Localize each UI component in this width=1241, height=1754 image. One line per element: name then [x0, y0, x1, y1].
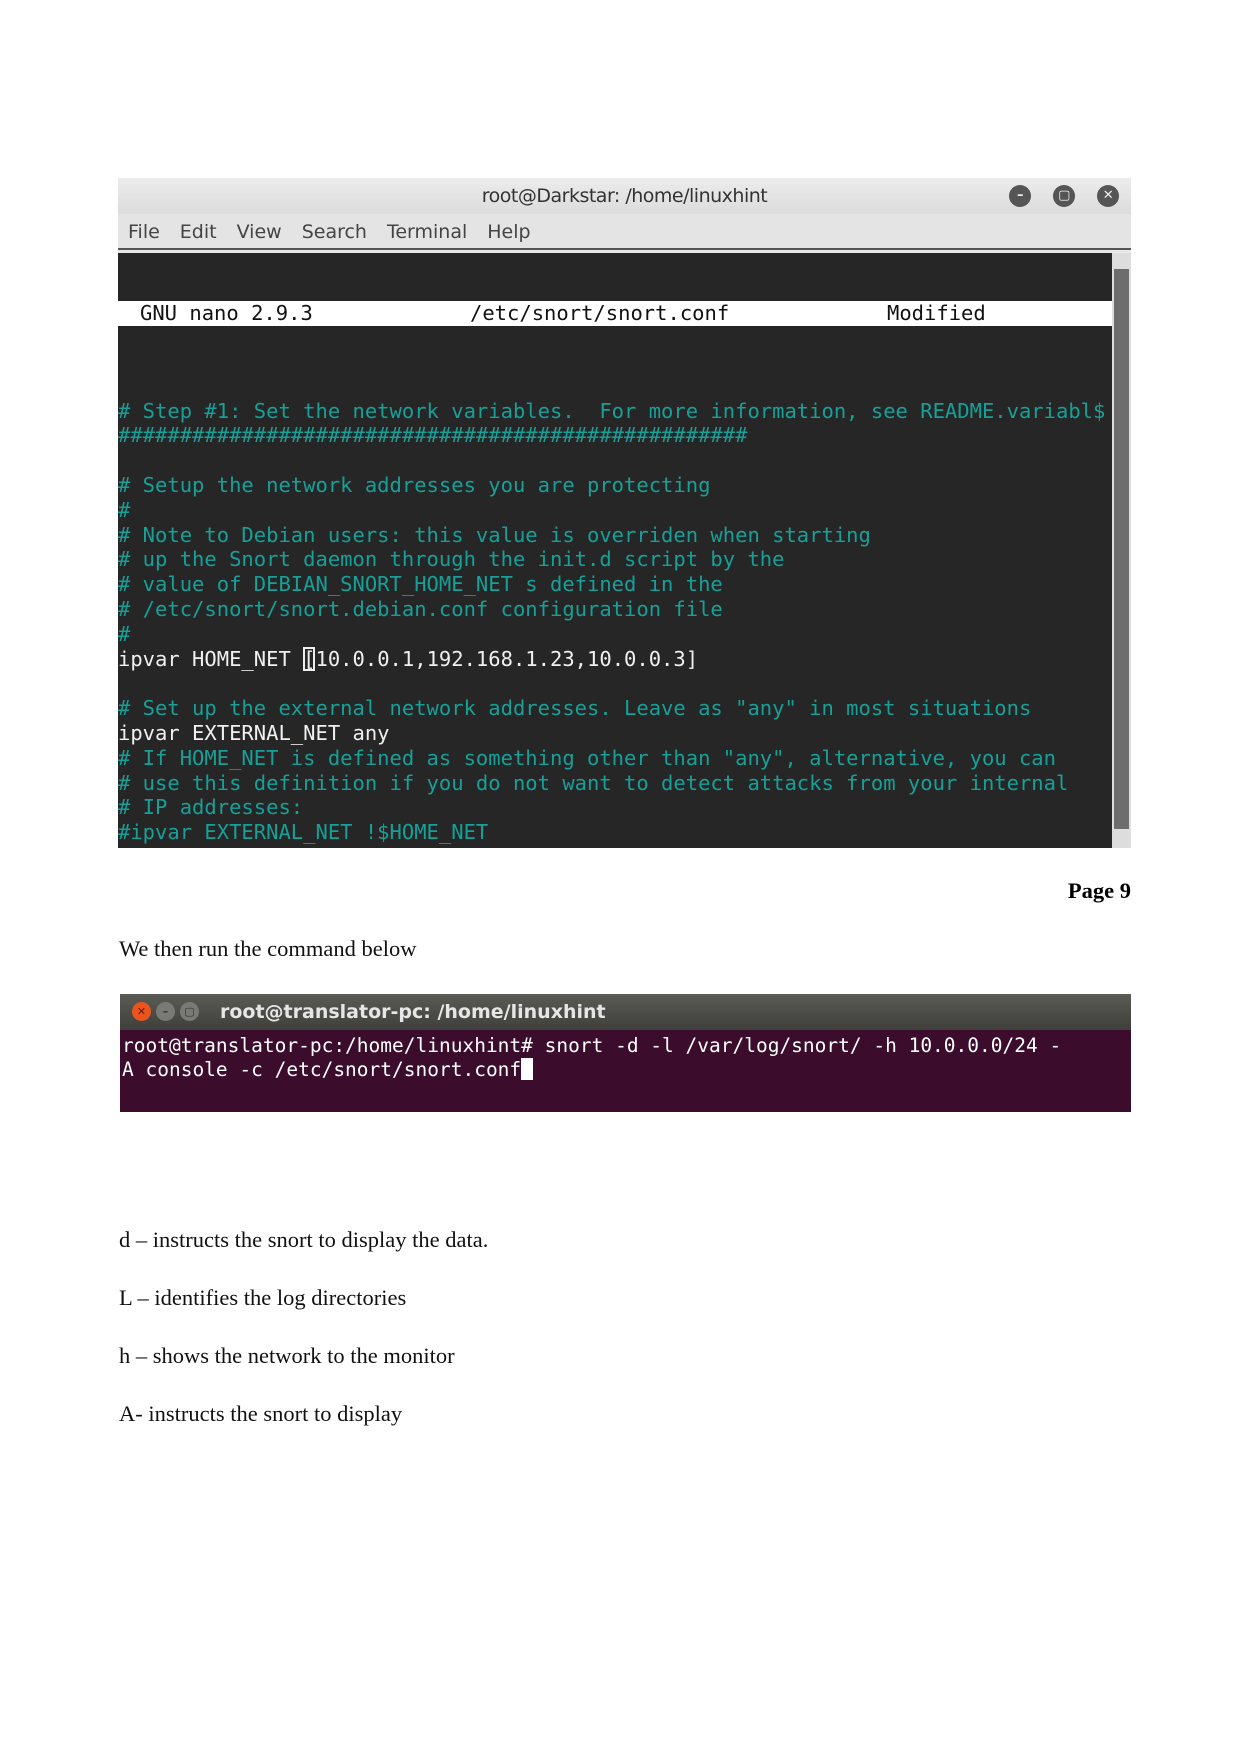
editor-line: #: [118, 497, 131, 522]
editor-line: # IP addresses:: [118, 795, 304, 820]
maximize-icon[interactable]: ▢: [180, 1002, 199, 1021]
minimize-icon[interactable]: –: [156, 1002, 175, 1021]
minimize-icon[interactable]: –: [1009, 185, 1031, 207]
scrollbar-thumb[interactable]: [1114, 269, 1129, 829]
close-icon[interactable]: ✕: [132, 1002, 151, 1021]
editor-line: ipvar EXTERNAL_NET any: [118, 720, 390, 745]
editor-line: # value of DEBIAN_SNORT_HOME_NET s defin…: [118, 572, 723, 597]
terminal-output[interactable]: root@translator-pc:/home/linuxhint# snor…: [122, 1034, 1061, 1082]
menu-search[interactable]: Search: [302, 221, 367, 243]
modified-status: Modified: [887, 301, 986, 325]
editor-line: #: [118, 621, 131, 646]
editor-line: # Setup the network addresses you are pr…: [118, 472, 711, 497]
menu-file[interactable]: File: [128, 221, 160, 243]
page-number: Page 9: [1067, 878, 1131, 903]
scrollbar[interactable]: [1112, 253, 1131, 848]
nano-version: GNU nano 2.9.3: [140, 301, 313, 325]
menu-bar: File Edit View Search Terminal Help: [118, 214, 1131, 250]
nano-header: GNU nano 2.9.3 /etc/snort/snort.conf Mod…: [118, 301, 1112, 326]
explanation-h: h – shows the network to the monitor: [119, 1343, 455, 1368]
menu-help[interactable]: Help: [487, 221, 530, 243]
line-text: 10.0.0.1,192.168.1.23,10.0.0.3]: [315, 646, 699, 671]
menu-edit[interactable]: Edit: [180, 221, 217, 243]
editor-line: # use this definition if you do not want…: [118, 770, 1069, 795]
maximize-icon[interactable]: ▢: [1053, 185, 1075, 207]
window-title: root@translator-pc: /home/linuxhint: [220, 1001, 606, 1023]
explanation-a: A- instructs the snort to display: [119, 1401, 403, 1426]
file-name: /etc/snort/snort.conf: [470, 301, 730, 325]
nano-terminal-window: root@Darkstar: /home/linuxhint – ▢ ✕ Fil…: [118, 178, 1131, 848]
menu-terminal[interactable]: Terminal: [387, 221, 467, 243]
command-line-1: root@translator-pc:/home/linuxhint# snor…: [122, 1034, 1062, 1057]
text-cursor: [521, 1058, 534, 1080]
editor-line: # Set up the external network addresses.…: [118, 696, 1032, 721]
editor-line: # Step #1: Set the network variables. Fo…: [118, 398, 1106, 423]
terminal-screen[interactable]: GNU nano 2.9.3 /etc/snort/snort.conf Mod…: [118, 253, 1112, 848]
close-icon[interactable]: ✕: [1097, 185, 1119, 207]
explanation-l: L – identifies the log directories: [119, 1285, 407, 1310]
window-titlebar: root@Darkstar: /home/linuxhint – ▢ ✕: [118, 178, 1131, 214]
intro-text: We then run the command below: [119, 936, 417, 961]
line-text: ipvar HOME_NET: [118, 646, 304, 671]
command-terminal-window: ✕ – ▢ root@translator-pc: /home/linuxhin…: [120, 994, 1131, 1112]
text-cursor: [: [303, 646, 316, 671]
editor-content[interactable]: # Step #1: Set the network variables. Fo…: [118, 374, 1112, 848]
window-titlebar: ✕ – ▢ root@translator-pc: /home/linuxhin…: [120, 994, 1131, 1030]
editor-line: # If HOME_NET is defined as something ot…: [118, 745, 1056, 770]
editor-line: # Note to Debian users: this value is ov…: [118, 522, 871, 547]
editor-line: # up the Snort daemon through the init.d…: [118, 547, 785, 572]
editor-line: ipvar HOME_NET [10.0.0.1,192.168.1.23,10…: [118, 646, 1112, 672]
command-line-2: A console -c /etc/snort/snort.conf: [122, 1058, 522, 1081]
window-title: root@Darkstar: /home/linuxhint: [481, 185, 768, 207]
menu-view[interactable]: View: [237, 221, 282, 243]
editor-line: #ipvar EXTERNAL_NET !$HOME_NET: [118, 820, 489, 845]
explanation-d: d – instructs the snort to display the d…: [119, 1227, 489, 1252]
editor-line: ########################################…: [118, 423, 748, 448]
editor-line: # /etc/snort/snort.debian.conf configura…: [118, 596, 723, 621]
